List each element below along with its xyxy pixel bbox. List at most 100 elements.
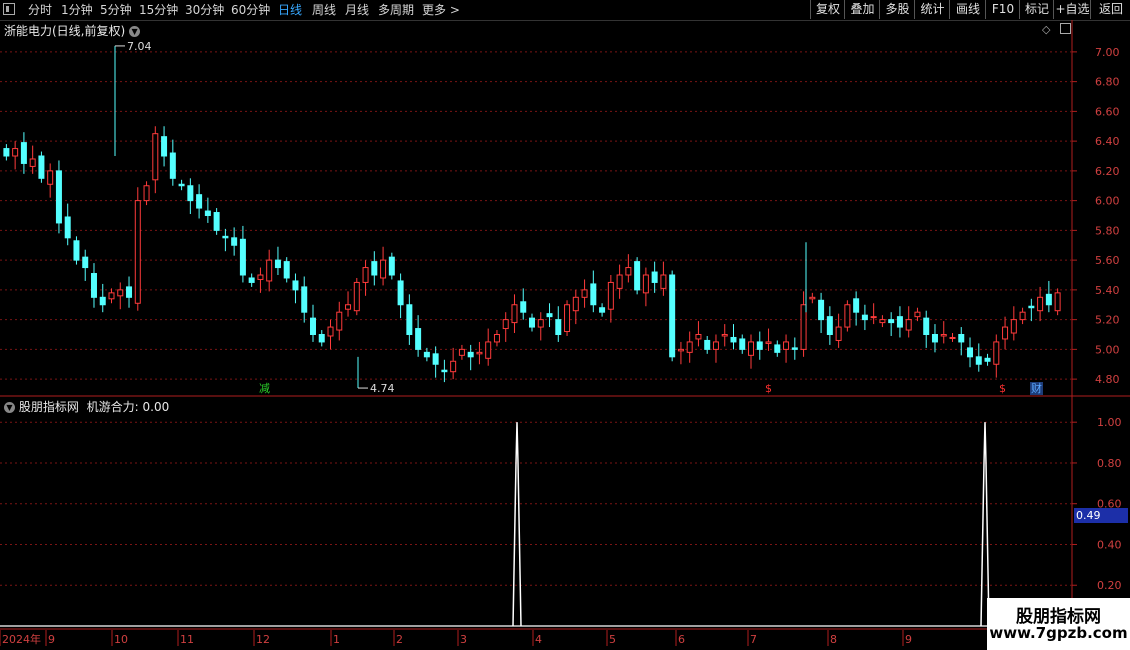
candle-body: [677, 348, 684, 352]
y-tick-label: 6.40: [1095, 135, 1120, 148]
candle-body: [161, 136, 168, 157]
candle-body: [108, 292, 115, 300]
candle-body: [800, 304, 807, 350]
y-tick-label: 4.80: [1095, 373, 1120, 386]
indicator-tick-label: 0.20: [1097, 579, 1122, 592]
candle-body: [371, 261, 378, 276]
candle-body: [599, 307, 606, 313]
marker-finance[interactable]: 财: [1030, 382, 1043, 395]
candle-body: [896, 316, 903, 328]
candle-body: [204, 210, 211, 217]
y-tick-label: 6.00: [1095, 195, 1120, 208]
candle-body: [931, 334, 938, 343]
candle-body: [958, 334, 965, 343]
candle-body: [318, 334, 325, 343]
marker-dollar[interactable]: $: [764, 382, 773, 395]
indicator-spike: [512, 422, 522, 627]
candle-body: [467, 351, 474, 358]
x-tick-label: 7: [750, 633, 757, 646]
marker-dollar[interactable]: $: [998, 382, 1007, 395]
candle-body: [90, 273, 97, 298]
candle-body: [634, 261, 641, 291]
candle-body: [1037, 296, 1044, 312]
candle-body: [423, 351, 430, 358]
candle-body: [625, 267, 632, 276]
candle-body: [537, 319, 544, 328]
candle-body: [1054, 292, 1061, 312]
candle-body: [345, 304, 352, 310]
candle-body: [117, 289, 124, 297]
candle-body: [82, 256, 89, 269]
x-tick-label: 12: [256, 633, 270, 646]
candle-body: [914, 311, 921, 318]
candle-body: [984, 357, 991, 362]
candle-body: [301, 286, 308, 313]
indicator-tick-label: 0.80: [1097, 457, 1122, 470]
candle-body: [1028, 305, 1035, 309]
indicator-spike: [980, 422, 990, 627]
stock-chart[interactable]: 7.00 6.80 6.60 6.40 6.20 6.00 5.80 5.60 5.40 5.20…: [0, 0, 1130, 650]
candle-body: [879, 319, 886, 324]
y-tick-label: 6.80: [1095, 76, 1120, 89]
candle-body: [905, 319, 912, 331]
candle-body: [564, 304, 571, 333]
candle-body: [266, 259, 273, 282]
candle-body: [169, 152, 176, 179]
candle-body: [178, 183, 185, 187]
x-tick-label: 2: [396, 633, 403, 646]
candle-body: [1019, 311, 1026, 321]
candle-body: [406, 304, 413, 335]
candle-body: [704, 339, 711, 350]
candle-body: [388, 256, 395, 276]
candle-body: [590, 283, 597, 306]
min-label: 4.74: [370, 382, 395, 395]
candle-body: [756, 341, 763, 350]
candle-body: [791, 347, 798, 350]
candle-body: [975, 356, 982, 365]
x-tick-label: 4: [535, 633, 542, 646]
candle-body: [765, 341, 772, 344]
candle-body: [616, 274, 623, 289]
candle-body: [642, 274, 649, 294]
candle-body: [222, 235, 229, 239]
candle-body: [826, 316, 833, 335]
candle-body: [353, 281, 360, 312]
y-tick-label: 5.60: [1095, 254, 1120, 267]
candle-body: [695, 334, 702, 340]
y-tick-label: 6.20: [1095, 165, 1120, 178]
candle-body: [555, 319, 562, 335]
candle-body: [99, 296, 106, 306]
candle-body: [853, 298, 860, 313]
y-tick-label: 5.00: [1095, 343, 1120, 356]
candle-body: [143, 185, 150, 202]
candle-body: [3, 148, 10, 157]
candle-body: [231, 237, 238, 246]
candle-body: [809, 296, 816, 300]
candle-body: [1010, 319, 1017, 334]
candle-body: [380, 259, 387, 279]
candle-body: [450, 360, 457, 373]
candle-body: [64, 216, 71, 239]
candle-body: [712, 341, 719, 350]
candle-body: [47, 170, 54, 185]
candle-body: [485, 341, 492, 359]
candle-body: [362, 267, 369, 283]
candle-body: [818, 299, 825, 321]
indicator-tick-label: 0.40: [1097, 538, 1122, 551]
candle-body: [949, 336, 956, 339]
site-logo: 股朋指标网 www.7gpzb.com: [987, 598, 1130, 650]
candle-body: [967, 347, 974, 358]
candle-body: [336, 311, 343, 331]
candle-body: [274, 259, 281, 269]
y-tick-label: 5.20: [1095, 314, 1120, 327]
marker-reduce[interactable]: 减: [258, 382, 271, 395]
candle-body: [134, 200, 141, 304]
current-value-tag: 0.49: [1074, 508, 1128, 523]
y-tick-label: 5.80: [1095, 224, 1120, 237]
candle-body: [730, 336, 737, 343]
candle-body: [126, 286, 133, 298]
candle-body: [651, 271, 658, 283]
max-label: 7.04: [127, 40, 152, 53]
y-tick-label: 6.60: [1095, 105, 1120, 118]
candle-body: [993, 341, 1000, 365]
